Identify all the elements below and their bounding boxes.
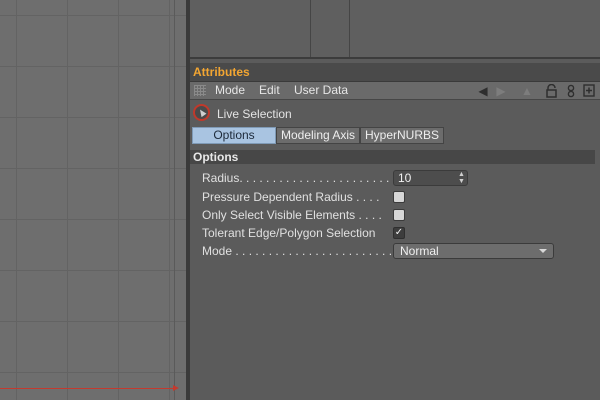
lock-icon[interactable] [545, 84, 558, 98]
tolerant-row: Tolerant Edge/Polygon Selection ✓ [202, 225, 592, 241]
menu-mode[interactable]: Mode [215, 83, 245, 97]
tolerant-label: Tolerant Edge/Polygon Selection [202, 226, 376, 240]
attributes-title-bar: Attributes [190, 63, 600, 82]
viewport[interactable] [0, 0, 186, 400]
radius-field[interactable]: 10 ▲ ▼ [393, 170, 468, 186]
pressure-radius-label: Pressure Dependent Radius . . . . [202, 190, 380, 204]
up-arrow-icon[interactable]: ▲ [520, 84, 534, 98]
menu-user-data[interactable]: User Data [294, 83, 348, 97]
grip-icon[interactable] [194, 85, 206, 96]
spinner-icon[interactable]: ▲ ▼ [458, 171, 465, 185]
options-group-title: Options [193, 150, 239, 164]
object-manager-column-divider [310, 0, 311, 57]
x-axis-line [0, 388, 176, 389]
pressure-radius-row: Pressure Dependent Radius . . . . [202, 189, 592, 205]
mode-dropdown[interactable]: Normal [393, 243, 554, 259]
attributes-panel: Attributes Mode Edit User Data ◀ ▶ ▲ Liv… [190, 59, 600, 400]
active-tool-row: Live Selection [190, 104, 600, 124]
tab-options[interactable]: Options [192, 127, 276, 144]
visible-only-checkbox[interactable] [393, 209, 405, 221]
pressure-radius-checkbox[interactable] [393, 191, 405, 203]
attributes-title: Attributes [193, 65, 250, 79]
mode-value: Normal [400, 244, 439, 258]
menu-edit[interactable]: Edit [259, 83, 280, 97]
mode-row: Mode . . . . . . . . . . . . . . . . . .… [202, 243, 592, 259]
back-arrow-icon[interactable]: ◀ [477, 84, 489, 98]
tab-modeling-axis[interactable]: Modeling Axis [276, 127, 360, 144]
object-manager-column-divider [349, 0, 350, 57]
viewport-border [174, 0, 175, 400]
options-group-header[interactable]: Options [190, 150, 595, 164]
tab-hypernurbs[interactable]: HyperNURBS [360, 127, 444, 144]
mode-label: Mode . . . . . . . . . . . . . . . . . .… [202, 244, 399, 258]
radius-label: Radius. . . . . . . . . . . . . . . . . … [202, 171, 397, 185]
new-panel-icon[interactable] [583, 84, 595, 98]
link-icon[interactable] [566, 84, 576, 98]
radius-row: Radius. . . . . . . . . . . . . . . . . … [202, 170, 592, 186]
visible-only-label: Only Select Visible Elements . . . . [202, 208, 382, 222]
tool-name: Live Selection [217, 107, 292, 121]
radius-value: 10 [398, 171, 412, 185]
x-axis-arrow-icon [173, 385, 179, 391]
forward-arrow-icon[interactable]: ▶ [494, 84, 508, 98]
visible-only-row: Only Select Visible Elements . . . . [202, 207, 592, 223]
object-manager[interactable] [190, 0, 600, 59]
live-selection-icon [193, 104, 210, 121]
chevron-down-icon [539, 249, 547, 253]
tolerant-checkbox[interactable]: ✓ [393, 227, 405, 239]
attributes-menubar: Mode Edit User Data ◀ ▶ ▲ [190, 82, 600, 100]
